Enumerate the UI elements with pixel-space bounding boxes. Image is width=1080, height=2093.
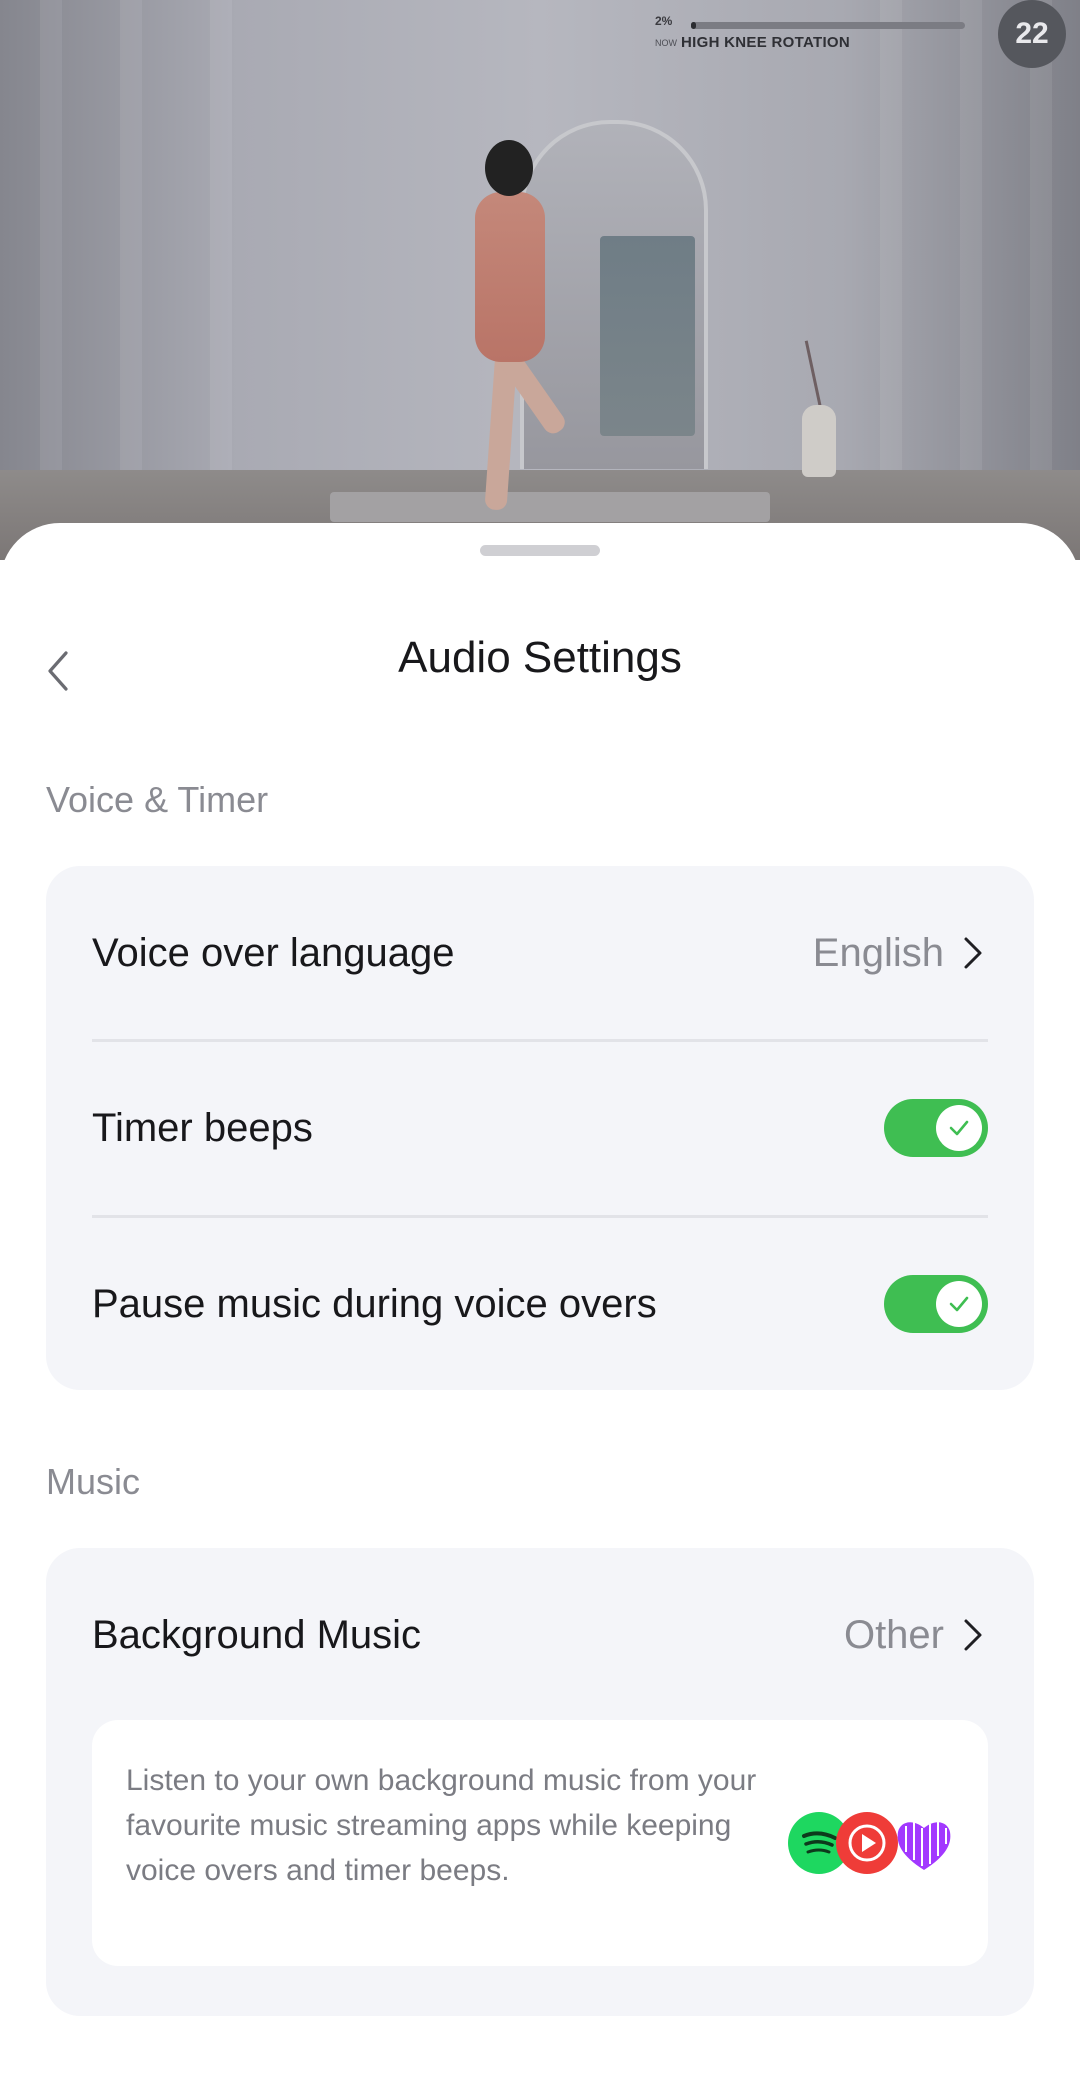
checkmark-icon — [949, 1296, 969, 1312]
section-label-voice-timer: Voice & Timer — [46, 779, 269, 820]
vase — [802, 405, 836, 477]
curtain — [210, 0, 232, 490]
curtain — [1030, 0, 1052, 490]
progress-fill — [691, 22, 697, 29]
toggle-knob — [936, 1281, 982, 1327]
trainer-body — [475, 192, 545, 362]
timer-beeps-toggle[interactable] — [884, 1099, 988, 1157]
toggle-knob — [936, 1105, 982, 1151]
voice-language-value: English — [812, 930, 944, 975]
mirror-reflection — [600, 236, 695, 436]
trainer-head — [485, 140, 533, 196]
streaming-apps — [788, 1812, 958, 1876]
workout-video[interactable]: 2% NOW HIGH KNEE ROTATION 22 — [0, 0, 1080, 560]
progress-track — [691, 22, 965, 29]
background-music-value: Other — [843, 1612, 944, 1657]
trainer-figure — [455, 140, 575, 520]
background-music-info-text: Listen to your own background music from… — [126, 1764, 757, 1887]
now-label: NOW — [655, 38, 677, 48]
music-card: Background Music Other Listen to your ow… — [46, 1548, 1034, 2016]
page-title: Audio Settings — [398, 633, 682, 682]
curtain — [960, 0, 982, 490]
background-music-label: Background Music — [92, 1612, 422, 1657]
audio-settings-sheet: Audio Settings Voice & Timer Voice over … — [0, 523, 1080, 2093]
pause-music-row: Pause music during voice overs — [92, 1217, 988, 1391]
sheet-grabber[interactable] — [480, 545, 600, 556]
background-music-info: Listen to your own background music from… — [92, 1720, 988, 1966]
voice-language-label: Voice over language — [92, 930, 455, 975]
curtain — [880, 0, 902, 490]
exercise-name: HIGH KNEE ROTATION — [681, 34, 851, 51]
timer-beeps-row: Timer beeps — [92, 1041, 988, 1215]
curtain — [40, 0, 62, 490]
section-label-music: Music — [46, 1461, 141, 1502]
rep-count-badge: 22 — [998, 0, 1066, 68]
youtube-music-icon — [836, 1812, 898, 1874]
deezer-icon — [892, 1812, 956, 1876]
background-music-row[interactable]: Background Music Other — [92, 1548, 988, 1722]
chevron-right-icon — [962, 933, 988, 973]
voice-timer-card: Voice over language English Timer beeps … — [46, 866, 1034, 1390]
timer-beeps-label: Timer beeps — [92, 1105, 313, 1150]
voice-language-row[interactable]: Voice over language English — [92, 866, 988, 1040]
pause-music-label: Pause music during voice overs — [92, 1281, 657, 1326]
curtain — [120, 0, 142, 490]
checkmark-icon — [949, 1120, 969, 1136]
progress-percent: 2% — [655, 14, 673, 28]
pause-music-toggle[interactable] — [884, 1275, 988, 1333]
chevron-right-icon — [962, 1615, 988, 1655]
